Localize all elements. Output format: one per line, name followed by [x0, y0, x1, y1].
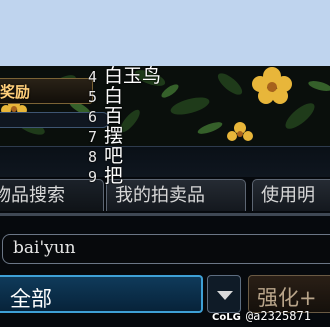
ime-candidate[interactable]: 7摆 — [88, 126, 161, 146]
candidate-text: 白玉鸟 — [104, 66, 162, 87]
candidate-number: 8 — [88, 148, 98, 166]
ime-candidate[interactable]: 4 白玉鸟 — [88, 66, 161, 86]
tab-usage-guide[interactable]: 使用明 — [252, 179, 330, 211]
ime-candidate[interactable]: 6百 — [88, 106, 161, 126]
candidate-number: 6 — [88, 108, 98, 126]
candidate-text: 白 — [104, 85, 124, 107]
panel-header-band — [0, 146, 330, 177]
reward-label[interactable]: 奖励 — [0, 78, 93, 104]
item-search-input[interactable]: bai'yun — [2, 234, 330, 264]
candidate-number: 7 — [88, 128, 98, 146]
watermark-brand: CoLG — [212, 312, 241, 323]
candidate-number: 5 — [88, 88, 98, 106]
candidate-number: 4 — [88, 68, 98, 86]
watermark-handle: @a2325871 — [245, 309, 311, 323]
ime-candidate[interactable]: 8吧 — [88, 146, 161, 166]
dropdown-arrow-icon — [217, 291, 233, 300]
ime-candidate[interactable]: 9把 — [88, 166, 161, 186]
auction-house-window: 奖励 物品搜索 我的拍卖品 使用明 bai'yun 全部 强化+ 4 白玉鸟 5白… — [0, 66, 330, 327]
desktop-background — [0, 0, 330, 66]
category-select[interactable]: 全部 — [0, 275, 203, 313]
tab-divider — [0, 213, 330, 216]
candidate-text: 吧 — [104, 145, 124, 167]
ime-candidate-list: 4 白玉鸟 5白 6百 7摆 8吧 9把 — [88, 66, 161, 186]
candidate-text: 把 — [104, 165, 124, 187]
candidate-text: 百 — [104, 105, 124, 127]
auction-tabs: 物品搜索 我的拍卖品 使用明 — [0, 179, 330, 213]
ime-candidate[interactable]: 5白 — [88, 86, 161, 106]
watermark: CoLG @a2325871 — [212, 305, 311, 324]
candidate-text: 摆 — [104, 125, 124, 147]
reward-label-text: 奖励 — [0, 83, 31, 101]
candidate-number: 9 — [88, 168, 98, 186]
category-selected-label: 全部 — [10, 287, 52, 311]
